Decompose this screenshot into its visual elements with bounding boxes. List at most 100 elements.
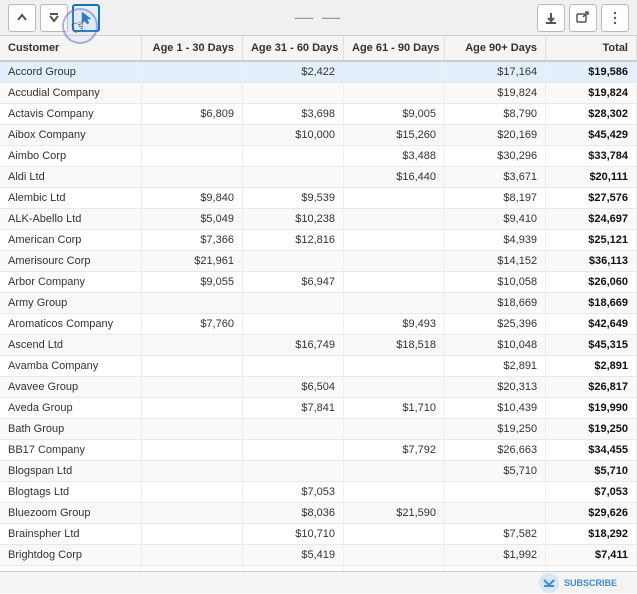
- cell-customer: Brightdog Corp: [0, 545, 141, 566]
- table-row: Army Group$18,669$18,669: [0, 293, 637, 314]
- cell-amount: $18,518: [344, 335, 445, 356]
- cell-amount: $20,169: [445, 125, 546, 146]
- cell-customer: Browsebug Company: [0, 566, 141, 572]
- table-row: Amerisourc Corp$21,961$14,152$36,113: [0, 251, 637, 272]
- cell-amount: $8,790: [445, 104, 546, 125]
- cell-amount: [445, 503, 546, 524]
- table-row: Avavee Group$6,504$20,313$26,817: [0, 377, 637, 398]
- cell-amount: [344, 83, 445, 104]
- cell-amount: $10,710: [242, 524, 343, 545]
- cell-amount: $19,250: [445, 419, 546, 440]
- cell-amount: $17,164: [445, 61, 546, 83]
- cell-total: $34,455: [546, 440, 637, 461]
- cell-amount: [141, 61, 242, 83]
- cell-amount: $6,947: [242, 272, 343, 293]
- table-row: Avamba Company$2,891$2,891: [0, 356, 637, 377]
- subscribe-icon[interactable]: [538, 572, 560, 594]
- table-header-row: Customer Age 1 - 30 Days Age 31 - 60 Day…: [0, 36, 637, 61]
- cell-total: $36,113: [546, 251, 637, 272]
- cell-amount: $30,296: [445, 146, 546, 167]
- cell-amount: $2,422: [242, 61, 343, 83]
- cell-total: $7,411: [546, 545, 637, 566]
- cell-amount: [141, 398, 242, 419]
- cell-amount: [242, 314, 343, 335]
- cell-total: $2,891: [546, 356, 637, 377]
- cell-amount: [242, 83, 343, 104]
- cell-amount: $7,760: [141, 314, 242, 335]
- cell-amount: $10,439: [445, 398, 546, 419]
- aging-table: Customer Age 1 - 30 Days Age 31 - 60 Day…: [0, 36, 637, 571]
- cell-amount: $6,504: [242, 377, 343, 398]
- cell-amount: [141, 293, 242, 314]
- cell-amount: [344, 230, 445, 251]
- sort-up-button[interactable]: [8, 4, 36, 32]
- cell-amount: [141, 377, 242, 398]
- cell-amount: [141, 335, 242, 356]
- cell-customer: BB17 Company: [0, 440, 141, 461]
- cell-total: $19,990: [546, 398, 637, 419]
- cell-customer: Avavee Group: [0, 377, 141, 398]
- cell-amount: $7,366: [141, 230, 242, 251]
- cell-customer: Blogtags Ltd: [0, 482, 141, 503]
- cell-amount: [141, 356, 242, 377]
- cell-amount: $10,238: [242, 209, 343, 230]
- cell-customer: Ascend Ltd: [0, 335, 141, 356]
- cell-amount: $3,698: [242, 104, 343, 125]
- cell-amount: [242, 419, 343, 440]
- table-row: Bluezoom Group$8,036$21,590$29,626: [0, 503, 637, 524]
- table-row: Accord Group$2,422$17,164$19,586: [0, 61, 637, 83]
- table-row: Aldi Ltd$16,440$3,671$20,111: [0, 167, 637, 188]
- cell-amount: $6,809: [141, 104, 242, 125]
- cell-amount: $12,816: [242, 230, 343, 251]
- col-header-customer: Customer: [0, 36, 141, 61]
- cell-amount: $5,710: [445, 461, 546, 482]
- cell-amount: [344, 356, 445, 377]
- cell-amount: $14,152: [445, 251, 546, 272]
- cell-amount: [141, 545, 242, 566]
- table-row: Aibox Company$10,000$15,260$20,169$45,42…: [0, 125, 637, 146]
- cell-customer: ALK-Abello Ltd: [0, 209, 141, 230]
- cell-amount: $18,669: [445, 293, 546, 314]
- cell-amount: $9,493: [344, 314, 445, 335]
- cell-amount: $8,197: [445, 188, 546, 209]
- cell-amount: [141, 524, 242, 545]
- cell-total: $26,060: [546, 272, 637, 293]
- cell-amount: $7,841: [242, 398, 343, 419]
- table-row: Actavis Company$6,809$3,698$9,005$8,790$…: [0, 104, 637, 125]
- cell-amount: [141, 503, 242, 524]
- cell-total: $42,649: [546, 314, 637, 335]
- cell-amount: [141, 461, 242, 482]
- more-button[interactable]: [601, 4, 629, 32]
- focus-button[interactable]: [569, 4, 597, 32]
- cell-amount: $4,939: [445, 230, 546, 251]
- cell-total: $19,586: [546, 61, 637, 83]
- cell-amount: $3,488: [344, 146, 445, 167]
- col-header-age3: Age 61 - 90 Days: [344, 36, 445, 61]
- cell-amount: [344, 188, 445, 209]
- table-row: Aveda Group$7,841$1,710$10,439$19,990: [0, 398, 637, 419]
- cell-amount: $10,000: [242, 125, 343, 146]
- download-button[interactable]: [537, 4, 565, 32]
- sort-down-button[interactable]: [40, 4, 68, 32]
- cell-customer: Army Group: [0, 293, 141, 314]
- cell-amount: $1,992: [445, 545, 546, 566]
- table-row: Alembic Ltd$9,840$9,539$8,197$27,576: [0, 188, 637, 209]
- table-body: Accord Group$2,422$17,164$19,586Accudial…: [0, 61, 637, 571]
- cell-amount: $9,055: [141, 272, 242, 293]
- cell-amount: $21,590: [344, 503, 445, 524]
- table-container[interactable]: Customer Age 1 - 30 Days Age 31 - 60 Day…: [0, 36, 637, 571]
- cell-amount: [445, 566, 546, 572]
- cell-amount: $7,053: [242, 482, 343, 503]
- cell-amount: $25,396: [445, 314, 546, 335]
- cell-customer: Blogspan Ltd: [0, 461, 141, 482]
- cell-total: $7,053: [546, 482, 637, 503]
- col-header-age2: Age 31 - 60 Days: [242, 36, 343, 61]
- cell-amount: $7,582: [445, 524, 546, 545]
- cell-amount: $16,440: [344, 167, 445, 188]
- cell-total: $19,824: [546, 83, 637, 104]
- cursor-button[interactable]: [72, 4, 100, 32]
- cell-amount: $10,048: [445, 335, 546, 356]
- cell-amount: [242, 461, 343, 482]
- cell-amount: $10,058: [445, 272, 546, 293]
- subscribe-label: SUBSCRIBE: [564, 578, 617, 588]
